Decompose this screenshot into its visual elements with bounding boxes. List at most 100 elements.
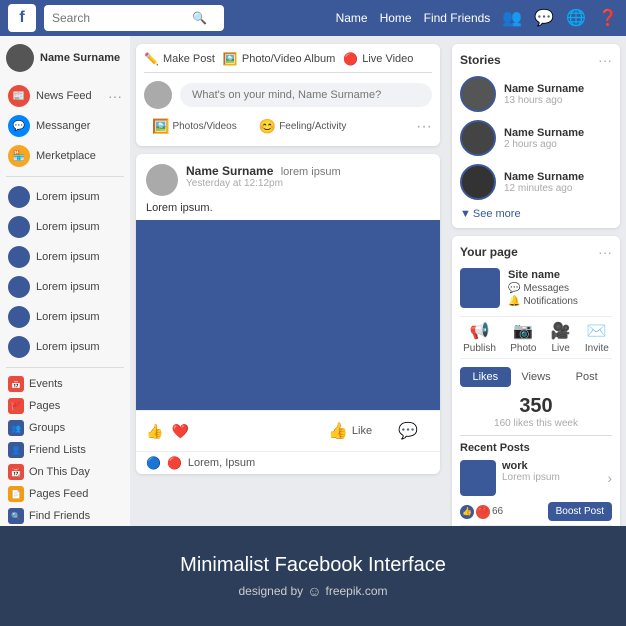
sidebar-item-marketplace[interactable]: 🏪 Merketplace [6,142,124,170]
stories-header: Stories ··· [460,52,612,68]
sidebar-friend-3[interactable]: Lorem ipsum [6,243,124,271]
nav-link-home[interactable]: Home [380,11,412,25]
sidebar-friend-6[interactable]: Lorem ipsum [6,333,124,361]
chat-icon[interactable]: 💬 [534,8,554,28]
comment-button[interactable]: 💬 [386,417,430,445]
messages-icon: 💬 [508,283,520,294]
friends-icon[interactable]: 👥 [502,8,522,28]
story-item-3[interactable]: Name Surname 12 minutes ago [460,164,612,200]
sidebar-friend-1[interactable]: Lorem ipsum [6,183,124,211]
page-action-invite[interactable]: ✉️ Invite [585,321,609,354]
post-image [136,220,440,410]
sidebar-item-pages[interactable]: 🚩 Pages [6,396,124,416]
sidebar-item-groups[interactable]: 👥 Groups [6,418,124,438]
pages-icon: 🚩 [8,398,24,414]
nav-link-name[interactable]: Name [336,11,368,25]
sidebar-item-findfriends[interactable]: 🔍 Find Friends [6,506,124,526]
page-action-photo[interactable]: 📷 Photo [510,321,536,354]
story-name-1: Name Surname [504,83,612,95]
friend-label: Lorem ipsum [36,311,100,323]
post-header: Name Surname lorem ipsum Yesterday at 12… [136,154,440,202]
findfriends-icon: 🔍 [8,508,24,524]
stat-label: 160 likes this week [460,418,612,429]
sidebar-friend-2[interactable]: Lorem ipsum [6,213,124,241]
sidebar-item-events[interactable]: 📅 Events [6,374,124,394]
photos-videos-btn[interactable]: 🖼️ Photos/Videos [144,115,245,138]
onthisday-icon: 📆 [8,464,24,480]
help-icon[interactable]: ❓ [598,8,618,28]
page-site-name: Site name [508,269,612,281]
page-notifications: 🔔 Notifications [508,296,612,307]
story-item-1[interactable]: Name Surname 13 hours ago [460,76,612,112]
tab-photo-video[interactable]: 🖼️ Photo/Video Album [223,52,335,66]
story-info-3: Name Surname 12 minutes ago [504,171,612,194]
friend-avatar [8,336,30,358]
stat-number: 350 [460,395,612,418]
see-more-link[interactable]: ▼ See more [460,208,612,220]
search-input[interactable] [52,11,192,25]
events-label: Events [29,378,63,390]
tab-live-video[interactable]: 🔴 Live Video [343,52,413,66]
photo-page-icon: 📷 [513,321,533,341]
sidebar-friend-4[interactable]: Lorem ipsum [6,273,124,301]
stories-more-icon[interactable]: ··· [598,52,612,68]
page-action-live[interactable]: 🎥 Live [551,321,571,354]
tab-views[interactable]: Views [511,367,562,387]
post-time: Yesterday at 12:12pm [186,178,430,189]
tab-likes[interactable]: Likes [460,367,511,387]
live-label: Live [551,343,569,354]
love-emoji: ❤️ [171,423,188,440]
friendlists-label: Friend Lists [29,444,86,456]
sidebar-item-newsfeed[interactable]: 📰 News Feed ··· [6,82,124,110]
story-avatar-1 [460,76,496,112]
chevron-right-icon[interactable]: › [607,470,612,486]
post-author-line: Name Surname lorem ipsum [186,164,430,178]
post-text-input[interactable] [180,83,432,107]
left-sidebar: Name Surname 📰 News Feed ··· 💬 Messanger… [0,36,130,526]
sidebar-item-friendlists[interactable]: 👤 Friend Lists [6,440,124,460]
profile-item[interactable]: Name Surname [6,44,124,72]
boost-post-button[interactable]: Boost Post [548,502,612,521]
globe-icon[interactable]: 🌐 [566,8,586,28]
tab-make-post[interactable]: ✏️ Make Post [144,52,215,66]
friend-label: Lorem ipsum [36,221,100,233]
comment-icon: 💬 [398,421,418,441]
nav-link-friends[interactable]: Find Friends [424,11,491,25]
love-react-circle: ❤️ [476,505,490,519]
story-avatar-2 [460,120,496,156]
story-item-2[interactable]: Name Surname 2 hours ago [460,120,612,156]
story-info-2: Name Surname 2 hours ago [504,127,612,150]
search-icon: 🔍 [192,11,207,25]
tab-post[interactable]: Post [561,367,612,387]
page-stat: 350 160 likes this week [460,395,612,429]
page-action-publish[interactable]: 📢 Publish [463,321,496,354]
sidebar-item-messenger[interactable]: 💬 Messanger [6,112,124,140]
your-page-more-icon[interactable]: ··· [598,244,612,260]
sidebar-item-pagesfeed[interactable]: 📄 Pages Feed [6,484,124,504]
footer-emoji-2: 🔴 [167,456,182,470]
post-author-secondary: lorem ipsum [281,166,341,178]
post-more-icon[interactable]: ··· [416,118,432,136]
like-button[interactable]: 👍 Like [316,417,384,445]
reaction-mini: 👍 ❤️ 66 [460,505,503,519]
sidebar-dots: ··· [108,88,122,104]
photo-icon: 🖼️ [223,52,238,66]
publish-icon: 📢 [470,321,490,341]
search-bar[interactable]: 🔍 [44,5,224,31]
friend-avatar [8,276,30,298]
create-promotion-row[interactable]: 📣 Create Promotion ▼ [460,525,612,526]
pages-label: Pages [29,400,60,412]
emoji-icon: 😊 [259,118,276,135]
your-page-header: Your page ··· [460,244,612,260]
sidebar-friend-5[interactable]: Lorem ipsum [6,303,124,331]
like-react-circle: 👍 [460,505,474,519]
page-thumbnail [460,268,500,308]
feeling-activity-btn[interactable]: 😊 Feeling/Activity [251,115,355,138]
page-tabs: Likes Views Post [460,367,612,387]
sidebar-label: News Feed [36,90,92,102]
see-more-label: See more [473,208,521,220]
sidebar-label: Merketplace [36,150,96,162]
sidebar-item-onthisday[interactable]: 📆 On This Day [6,462,124,482]
publish-label: Publish [463,343,496,354]
like-emoji: 👍 [146,423,163,440]
